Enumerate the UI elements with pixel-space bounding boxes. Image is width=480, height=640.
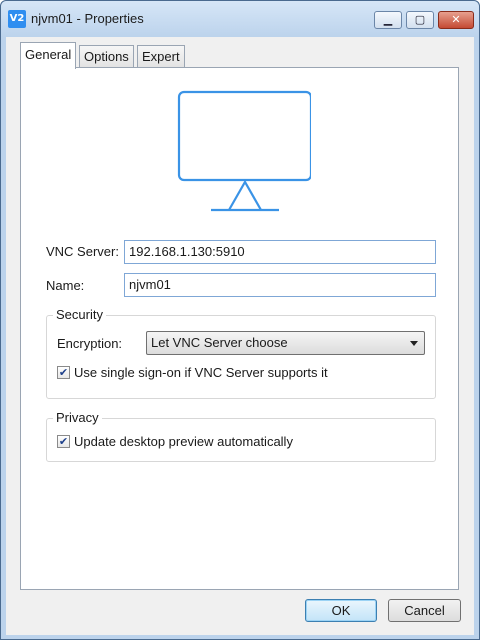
title-bar[interactable]: V2 njvm01 - Properties ▁ ▢ ✕ <box>1 1 479 37</box>
desktop-preview-checkbox[interactable]: ✔ <box>57 435 70 448</box>
encryption-select[interactable]: Let VNC Server choose <box>146 331 425 355</box>
properties-window: V2 njvm01 - Properties ▁ ▢ ✕ General Opt… <box>0 0 480 640</box>
encryption-label: Encryption: <box>57 336 123 351</box>
vnc-server-input[interactable]: 192.168.1.130:5910 <box>124 240 436 264</box>
chevron-down-icon <box>410 341 418 346</box>
vnc-viewer-app-icon: V2 <box>8 10 26 28</box>
security-group: Security Encryption: Let VNC Server choo… <box>46 307 436 399</box>
close-button[interactable]: ✕ <box>438 11 474 29</box>
security-group-title: Security <box>53 307 106 322</box>
vnc-server-label: VNC Server: <box>46 244 119 259</box>
tab-options[interactable]: Options <box>79 45 134 67</box>
ok-button[interactable]: OK <box>305 599 377 622</box>
privacy-group-title: Privacy <box>53 410 102 425</box>
sso-checkbox-label[interactable]: Use single sign-on if VNC Server support… <box>74 365 328 380</box>
monitor-icon <box>177 90 311 212</box>
minimize-button[interactable]: ▁ <box>374 11 402 29</box>
desktop-preview-checkbox-label[interactable]: Update desktop preview automatically <box>74 434 293 449</box>
general-tab-panel: VNC Server: 192.168.1.130:5910 Name: njv… <box>20 67 459 590</box>
maximize-button[interactable]: ▢ <box>406 11 434 29</box>
tab-general[interactable]: General <box>20 42 77 69</box>
privacy-group: Privacy ✔ Update desktop preview automat… <box>46 410 436 462</box>
sso-checkbox[interactable]: ✔ <box>57 366 70 379</box>
cancel-button[interactable]: Cancel <box>388 599 461 622</box>
window-title: njvm01 - Properties <box>31 11 144 26</box>
encryption-select-value: Let VNC Server choose <box>151 335 288 350</box>
name-input[interactable]: njvm01 <box>124 273 436 297</box>
name-label: Name: <box>46 278 85 293</box>
dialog-client-area: General Options Expert VNC Server: 192.1… <box>6 37 474 635</box>
tab-expert[interactable]: Expert <box>137 45 185 67</box>
